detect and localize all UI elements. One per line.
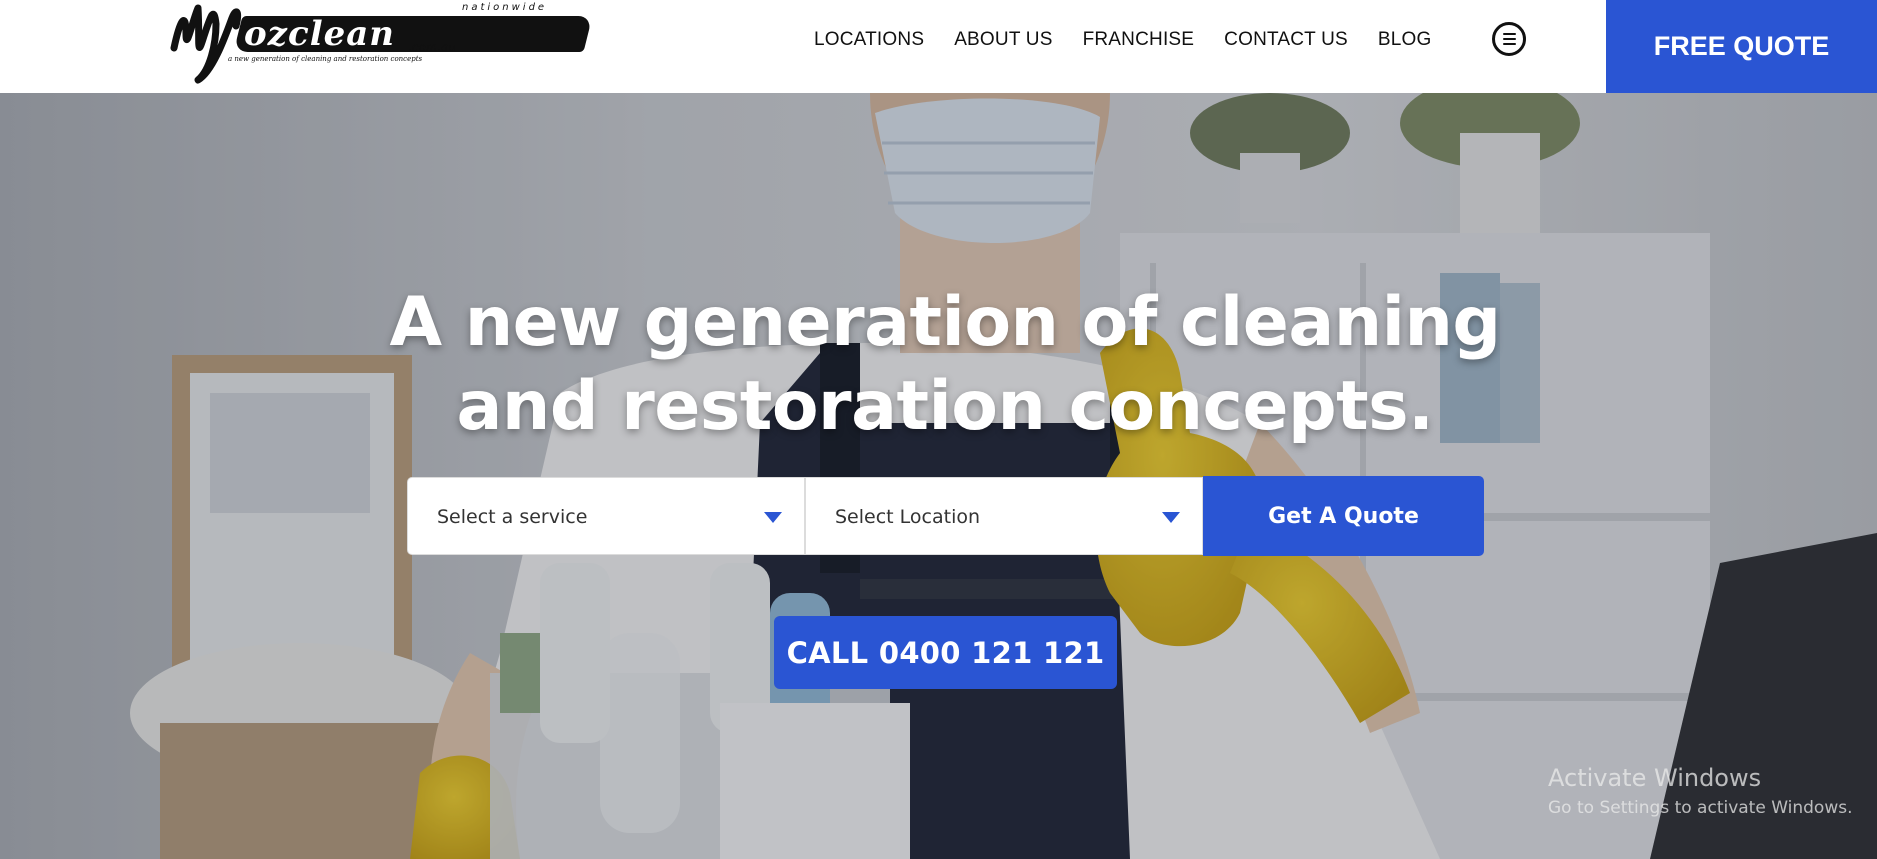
location-select[interactable]: Select Location — [805, 477, 1203, 555]
nav-item-franchise[interactable]: FRANCHISE — [1083, 28, 1195, 52]
call-phone-button[interactable]: CALL 0400 121 121 — [774, 616, 1117, 689]
free-quote-button[interactable]: FREE QUOTE — [1606, 0, 1877, 93]
hero-headline: A new generation of cleaning and restora… — [300, 281, 1590, 449]
watermark-subtitle: Go to Settings to activate Windows. — [1548, 798, 1853, 818]
logo-domain: .com.au — [408, 40, 456, 54]
location-select-label: Select Location — [835, 506, 981, 528]
hamburger-menu-icon[interactable] — [1492, 22, 1526, 56]
nav-item-contact-us[interactable]: CONTACT US — [1224, 28, 1348, 52]
nav-item-locations[interactable]: LOCATIONS — [814, 28, 924, 52]
hero-overlay — [0, 93, 1877, 859]
chevron-down-icon — [1162, 512, 1180, 523]
nav-item-blog[interactable]: BLOG — [1378, 28, 1432, 52]
get-a-quote-button[interactable]: Get A Quote — [1203, 476, 1484, 556]
service-select[interactable]: Select a service — [407, 477, 805, 555]
headline-line-2: and restoration concepts. — [456, 367, 1434, 446]
watermark-title: Activate Windows — [1548, 764, 1762, 792]
hero-section: A new generation of cleaning and restora… — [0, 93, 1877, 859]
logo-nationwide: nationwide — [462, 2, 548, 13]
logo-wordmark: ozclean — [244, 14, 395, 54]
chevron-down-icon — [764, 512, 782, 523]
logo-tagline: a new generation of cleaning and restora… — [228, 55, 423, 63]
windows-activation-watermark: Activate Windows Go to Settings to activ… — [1548, 763, 1853, 819]
main-nav: LOCATIONS ABOUT US FRANCHISE CONTACT US … — [814, 28, 1462, 52]
site-header: ozclean nationwide .com.au a new generat… — [0, 0, 1877, 93]
nav-item-about-us[interactable]: ABOUT US — [954, 28, 1052, 52]
service-select-label: Select a service — [437, 506, 588, 528]
brand-logo[interactable]: ozclean nationwide .com.au a new generat… — [170, 0, 593, 86]
quote-form: Select a service Select Location Get A Q… — [407, 476, 1484, 557]
headline-line-1: A new generation of cleaning — [389, 283, 1501, 362]
